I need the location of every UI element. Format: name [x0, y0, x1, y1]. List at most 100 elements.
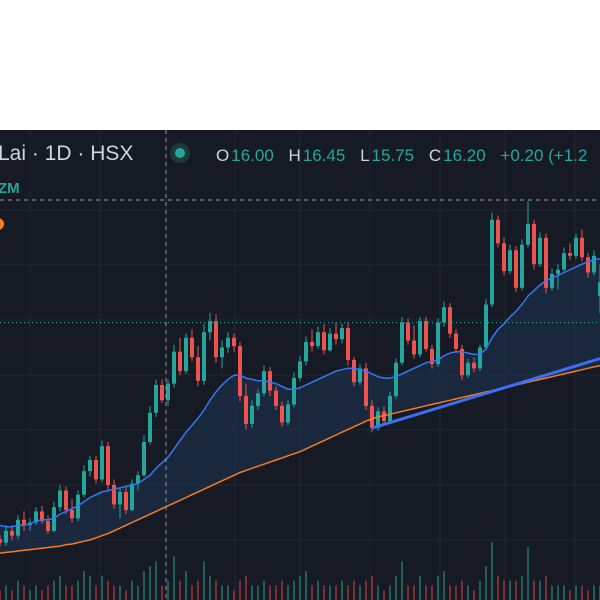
candle-body — [502, 243, 506, 272]
volume-bar — [71, 585, 73, 600]
indicator-label[interactable]: ZM — [0, 180, 20, 197]
candle-body — [526, 223, 530, 245]
candle-body — [154, 385, 158, 413]
candle-body — [478, 347, 482, 369]
volume-bar — [377, 585, 379, 600]
candle-body — [106, 446, 110, 485]
volume-bar — [53, 580, 55, 600]
volume-bar — [551, 585, 553, 600]
candle-body — [508, 250, 512, 272]
candle-body — [142, 441, 146, 476]
volume-bar — [209, 575, 211, 600]
candle-body — [232, 337, 236, 347]
candle-body — [586, 257, 590, 273]
volume-bar — [17, 580, 19, 600]
volume-bar — [311, 585, 313, 600]
volume-bar — [149, 566, 151, 600]
candle-body — [262, 371, 266, 394]
volume-bar — [0, 590, 1, 600]
volume-bar — [371, 575, 373, 600]
volume-bar — [197, 580, 199, 600]
volume-bar — [503, 580, 505, 600]
candle-body — [346, 328, 350, 360]
candle-body — [310, 341, 314, 347]
volume-bar — [35, 585, 37, 600]
volume-bar — [407, 585, 409, 600]
candle-body — [16, 519, 20, 536]
candle-body — [568, 253, 572, 256]
ohlc-readout: O 16.00 H 16.45 L 15.75 C 16.20 +0.20 (+1.2 — [216, 146, 587, 165]
volume-bar — [29, 590, 31, 600]
volume-bar — [419, 575, 421, 600]
volume-bar — [449, 585, 451, 600]
candle-body — [484, 304, 488, 348]
close-value: 16.20 — [443, 146, 486, 165]
volume-bar — [341, 580, 343, 600]
candle-body — [274, 390, 278, 406]
high-label: H — [289, 146, 301, 165]
volume-bar — [5, 585, 7, 600]
volume-bar — [323, 585, 325, 600]
volume-bar — [185, 571, 187, 600]
candle-body — [562, 253, 566, 270]
candle-body — [496, 219, 500, 244]
candle-body — [436, 322, 440, 365]
close-label: C — [429, 146, 441, 165]
candle-body — [64, 490, 68, 510]
high-value: 16.45 — [303, 146, 346, 165]
candle-body — [244, 396, 248, 424]
volume-bar — [353, 580, 355, 600]
candle-body — [298, 361, 302, 379]
volume-bar — [95, 585, 97, 600]
symbol-title[interactable]: Lai · 1D · HSX — [0, 142, 133, 165]
volume-bar — [413, 585, 415, 600]
volume-bar — [161, 585, 163, 600]
price-chart[interactable]: Lai · 1D · HSX O 16.00 H 16.45 L 15.75 C 16.… — [0, 0, 600, 600]
volume-bar — [107, 580, 109, 600]
market-status-icon — [175, 148, 185, 158]
candle-body — [4, 530, 8, 543]
volume-bar — [575, 585, 577, 600]
candle-body — [406, 322, 410, 341]
candle-body — [250, 405, 254, 424]
volume-bar — [233, 590, 235, 600]
candle-body — [88, 460, 92, 472]
volume-bar — [539, 580, 541, 600]
candle-body — [574, 237, 578, 256]
volume-bar — [125, 590, 127, 600]
candle-body — [256, 393, 260, 406]
candle-body — [364, 368, 368, 406]
candle-body — [322, 332, 326, 351]
open-value: 16.00 — [231, 146, 274, 165]
candle-body — [70, 510, 74, 519]
candle-body — [442, 307, 446, 323]
volume-bar — [263, 580, 265, 600]
volume-bar — [251, 585, 253, 600]
volume-bar — [41, 590, 43, 600]
volume-bar — [521, 575, 523, 600]
candle-body — [268, 371, 272, 391]
volume-bar — [215, 580, 217, 600]
volume-bar — [461, 580, 463, 600]
volume-bar — [389, 585, 391, 600]
candle-body — [592, 255, 596, 273]
candle-body — [82, 471, 86, 495]
volume-bar — [509, 580, 511, 600]
candle-body — [538, 237, 542, 265]
volume-bar — [455, 585, 457, 600]
candle-body — [100, 446, 104, 480]
candle-body — [202, 332, 206, 381]
candle-body — [148, 412, 152, 442]
volume-bar — [401, 561, 403, 600]
candle-body — [196, 357, 200, 381]
volume-bar — [257, 585, 259, 600]
candle-body — [454, 333, 458, 349]
volume-bar — [527, 546, 529, 600]
candle-body — [556, 269, 560, 274]
volume-bar — [563, 585, 565, 600]
candle-body — [226, 337, 230, 348]
candle-body — [412, 340, 416, 355]
volume-bar — [131, 580, 133, 600]
volume-bar — [365, 580, 367, 600]
candle-body — [0, 539, 2, 543]
